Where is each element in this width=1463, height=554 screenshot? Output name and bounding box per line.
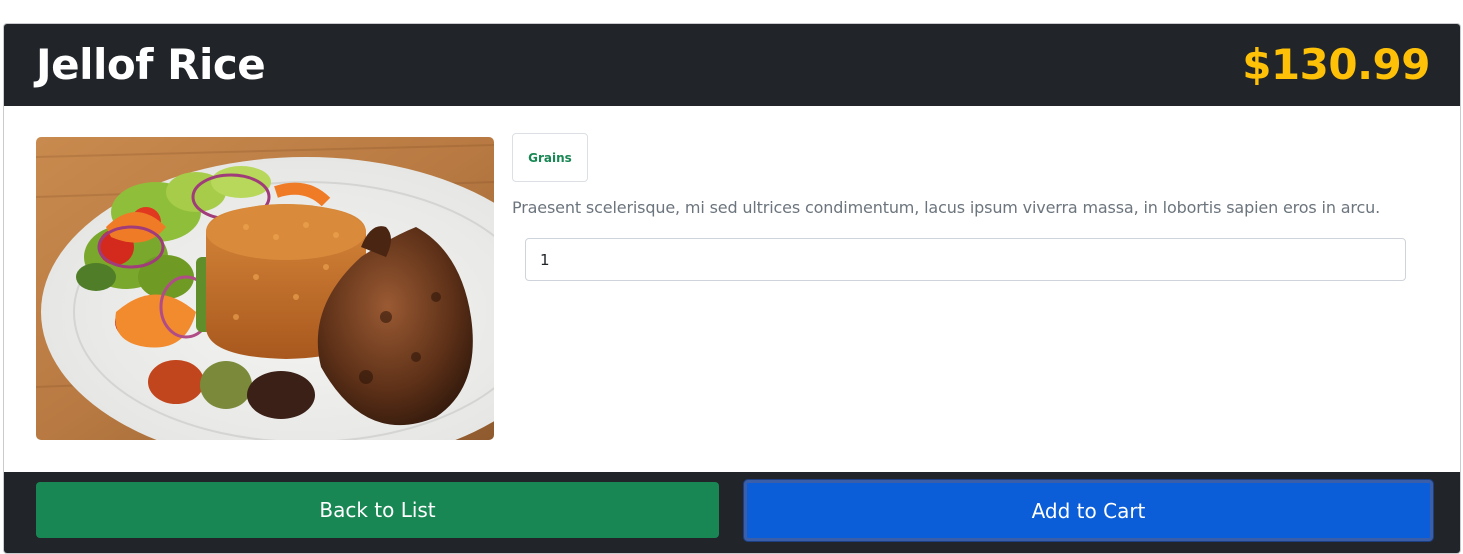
product-price: $130.99 (1242, 40, 1430, 89)
category-badge: Grains (512, 133, 588, 182)
product-description: Praesent scelerisque, mi sed ultrices co… (512, 198, 1381, 217)
back-to-list-button[interactable]: Back to List (36, 482, 719, 538)
product-header: Jellof Rice $130.99 (4, 24, 1460, 106)
product-title: Jellof Rice (36, 40, 266, 89)
quantity-input[interactable] (525, 238, 1406, 281)
product-image (36, 137, 494, 440)
product-footer: Back to List Add to Cart (4, 472, 1460, 553)
product-card: Jellof Rice $130.99 Grains Praesent scel… (3, 23, 1461, 554)
add-to-cart-button[interactable]: Add to Cart (744, 480, 1433, 541)
